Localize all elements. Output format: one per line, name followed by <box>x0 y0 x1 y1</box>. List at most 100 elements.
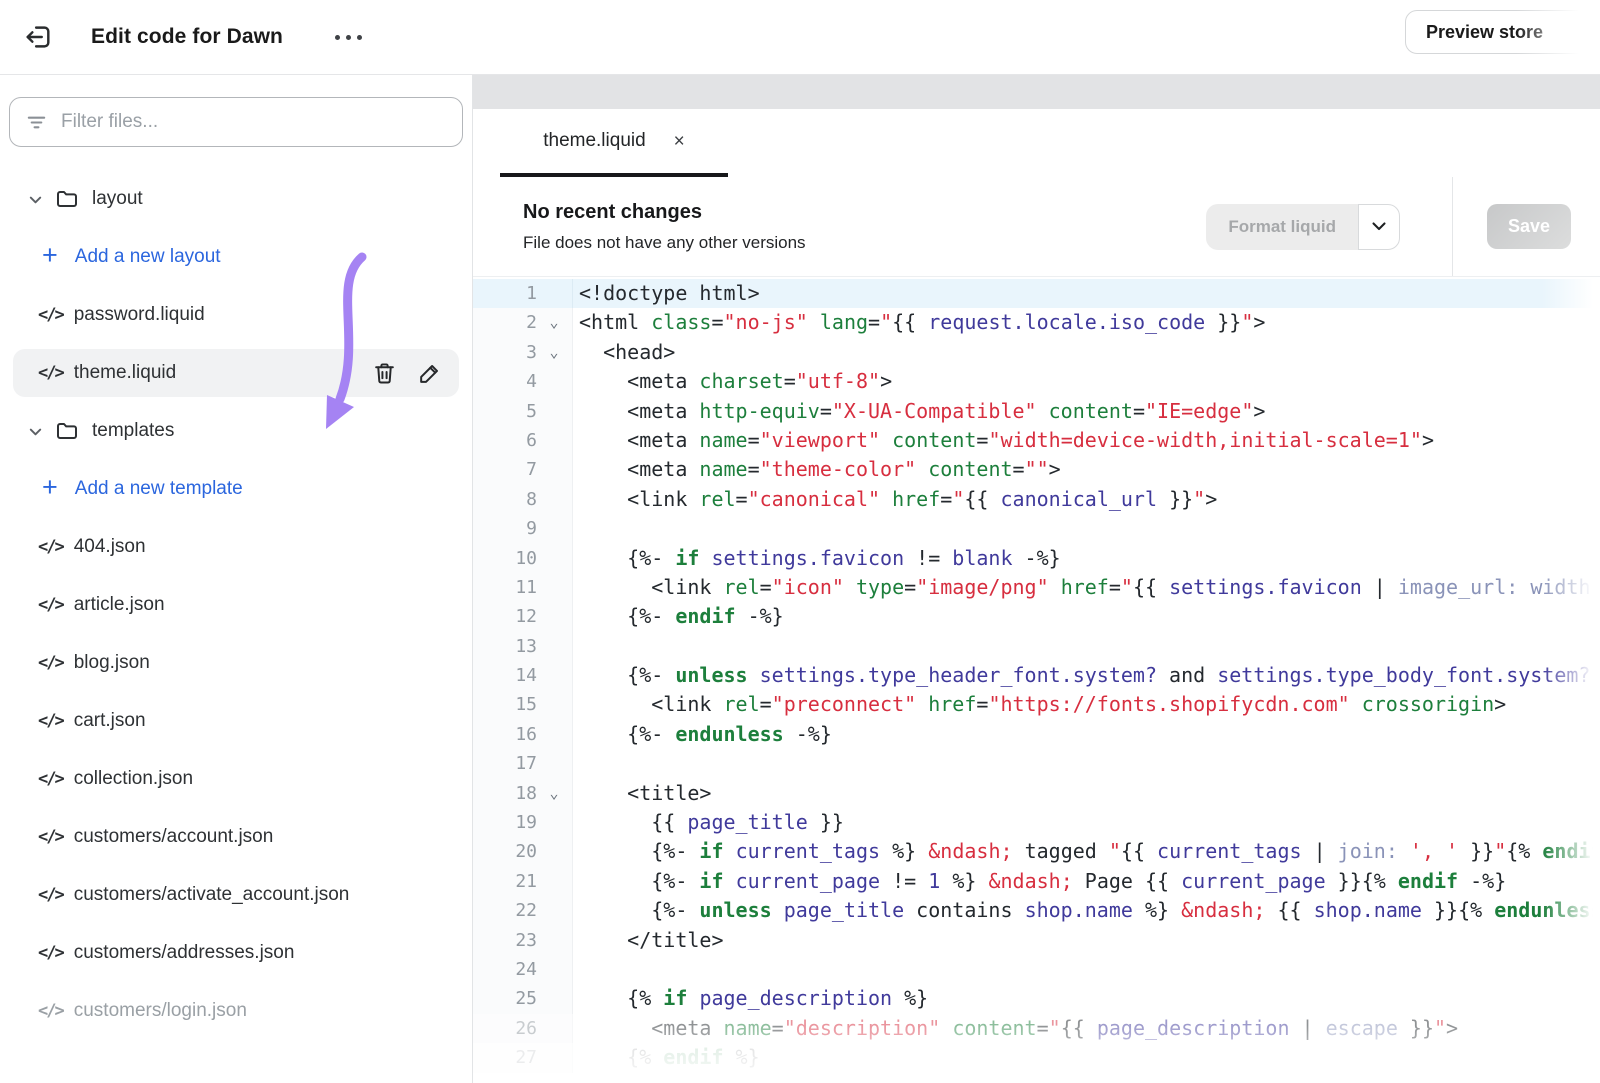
gutter: 8 <box>473 485 573 514</box>
file-item-customers-addresses-json[interactable]: </>customers/addresses.json <box>13 929 459 977</box>
gutter: 13 <box>473 632 573 661</box>
line-number: 15 <box>473 690 537 719</box>
file-item-404-json[interactable]: </>404.json <box>13 523 459 571</box>
item-label: 404.json <box>74 536 146 558</box>
code-line[interactable]: 24 <box>473 955 1600 984</box>
save-button[interactable]: Save <box>1487 204 1571 249</box>
fold-toggle-icon[interactable]: ⌄ <box>537 338 571 367</box>
overflow-menu-icon[interactable] <box>327 27 370 48</box>
folder-item-layout[interactable]: layout <box>13 175 459 223</box>
code-line[interactable]: 13 <box>473 632 1600 661</box>
fold-toggle-icon[interactable]: ⌄ <box>537 308 571 337</box>
code-line[interactable]: 17 <box>473 749 1600 778</box>
add-item-add-a-new-layout[interactable]: +Add a new layout <box>13 233 459 281</box>
code-line[interactable]: 11 <link rel="icon" type="image/png" hre… <box>473 573 1600 602</box>
code-text: <!doctype html> <box>573 279 760 308</box>
item-label: customers/activate_account.json <box>74 884 350 906</box>
file-item-customers-activate-account-json[interactable]: </>customers/activate_account.json <box>13 871 459 919</box>
line-number: 24 <box>473 955 537 984</box>
code-line[interactable]: 3⌄ <head> <box>473 338 1600 367</box>
chevron-down-icon[interactable] <box>25 189 45 209</box>
code-file-icon: </> <box>38 363 63 383</box>
preview-store-button[interactable]: Preview store <box>1405 10 1600 54</box>
code-line[interactable]: 26 <meta name="description" content="{{ … <box>473 1014 1600 1043</box>
code-file-icon: </> <box>38 653 63 673</box>
exit-button[interactable] <box>21 20 55 54</box>
item-label: layout <box>92 188 143 210</box>
line-number: 10 <box>473 544 537 573</box>
tab-theme-liquid[interactable]: theme.liquid × <box>500 109 728 177</box>
fold-spacer <box>537 485 571 514</box>
code-line[interactable]: 4 <meta charset="utf-8"> <box>473 367 1600 396</box>
code-line[interactable]: 7 <meta name="theme-color" content=""> <box>473 455 1600 484</box>
item-label: customers/login.json <box>74 1000 247 1022</box>
code-line[interactable]: 16 {%- endunless -%} <box>473 720 1600 749</box>
exit-icon <box>23 22 53 52</box>
file-item-password-liquid[interactable]: </>password.liquid <box>13 291 459 339</box>
code-line[interactable]: 25 {% if page_description %} <box>473 984 1600 1013</box>
code-line[interactable]: 23 </title> <box>473 926 1600 955</box>
code-text <box>573 514 579 543</box>
filter-files-field[interactable] <box>9 97 463 147</box>
chevron-down-icon[interactable] <box>25 421 45 441</box>
item-label: customers/account.json <box>74 826 274 848</box>
code-line[interactable]: 18⌄ <title> <box>473 779 1600 808</box>
code-text: {%- if current_tags %} &ndash; tagged "{… <box>573 837 1600 866</box>
code-line[interactable]: 1<!doctype html> <box>473 279 1600 308</box>
code-line[interactable]: 10 {%- if settings.favicon != blank -%} <box>473 544 1600 573</box>
fold-spacer <box>537 514 571 543</box>
fold-spacer <box>537 984 571 1013</box>
code-editor[interactable]: 1<!doctype html>2⌄<html class="no-js" la… <box>473 277 1600 1083</box>
folder-item-templates[interactable]: templates <box>13 407 459 455</box>
fold-spacer <box>537 690 571 719</box>
gutter: 3⌄ <box>473 338 573 367</box>
changes-title: No recent changes <box>523 201 806 224</box>
file-item-customers-account-json[interactable]: </>customers/account.json <box>13 813 459 861</box>
item-label: theme.liquid <box>74 362 176 384</box>
code-line[interactable]: 15 <link rel="preconnect" href="https://… <box>473 690 1600 719</box>
file-item-blog-json[interactable]: </>blog.json <box>13 639 459 687</box>
code-text: </title> <box>573 926 724 955</box>
code-line[interactable]: 5 <meta http-equiv="X-UA-Compatible" con… <box>473 397 1600 426</box>
code-line[interactable]: 20 {%- if current_tags %} &ndash; tagged… <box>473 837 1600 866</box>
code-line[interactable]: 19 {{ page_title }} <box>473 808 1600 837</box>
code-line[interactable]: 2⌄<html class="no-js" lang="{{ request.l… <box>473 308 1600 337</box>
code-text: <meta name="viewport" content="width=dev… <box>573 426 1434 455</box>
code-file-icon: </> <box>38 595 63 615</box>
code-text: <meta name="theme-color" content=""> <box>573 455 1061 484</box>
add-item-add-a-new-template[interactable]: +Add a new template <box>13 465 459 513</box>
code-line[interactable]: 8 <link rel="canonical" href="{{ canonic… <box>473 485 1600 514</box>
code-text: {%- if settings.favicon != blank -%} <box>573 544 1061 573</box>
file-item-article-json[interactable]: </>article.json <box>13 581 459 629</box>
fold-toggle-icon[interactable]: ⌄ <box>537 779 571 808</box>
code-line[interactable]: 27 {% endif %} <box>473 1043 1600 1072</box>
code-line[interactable]: 22 {%- unless page_title contains shop.n… <box>473 896 1600 925</box>
code-line[interactable]: 21 {%- if current_page != 1 %} &ndash; P… <box>473 867 1600 896</box>
code-file-icon: </> <box>38 1001 63 1021</box>
file-item-collection-json[interactable]: </>collection.json <box>13 755 459 803</box>
code-line[interactable]: 9 <box>473 514 1600 543</box>
file-item-cart-json[interactable]: </>cart.json <box>13 697 459 745</box>
fold-spacer <box>537 426 571 455</box>
line-number: 11 <box>473 573 537 602</box>
fold-spacer <box>537 955 571 984</box>
trash-icon[interactable] <box>371 360 397 386</box>
pencil-icon[interactable] <box>416 360 442 386</box>
code-text: {%- unless page_title contains shop.name… <box>573 896 1600 925</box>
code-line[interactable]: 6 <meta name="viewport" content="width=d… <box>473 426 1600 455</box>
filter-files-input[interactable] <box>61 111 391 133</box>
line-number: 22 <box>473 896 537 925</box>
code-text: <link rel="preconnect" href="https://fon… <box>573 690 1506 719</box>
file-item-theme-liquid[interactable]: </> theme.liquid <box>13 349 459 397</box>
fold-spacer <box>537 661 571 690</box>
code-line[interactable]: 12 {%- endif -%} <box>473 602 1600 631</box>
format-liquid-button[interactable]: Format liquid <box>1206 204 1358 250</box>
format-options-dropdown[interactable] <box>1358 204 1400 250</box>
file-tree: layout +Add a new layout </>password.liqui… <box>0 175 472 1035</box>
code-line[interactable]: 14 {%- unless settings.type_header_font.… <box>473 661 1600 690</box>
close-icon[interactable]: × <box>674 132 685 151</box>
line-number: 5 <box>473 397 537 426</box>
file-item-customers-login-json[interactable]: </> customers/login.json <box>13 987 459 1035</box>
changes-subtitle: File does not have any other versions <box>523 233 806 253</box>
fold-spacer <box>537 749 571 778</box>
